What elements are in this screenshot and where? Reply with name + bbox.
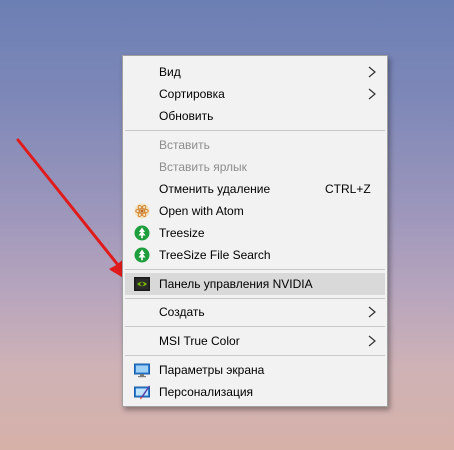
menu-item-refresh[interactable]: Обновить	[125, 105, 385, 127]
menu-item-undo-delete[interactable]: Отменить удаление CTRL+Z	[125, 178, 385, 200]
menu-item-new[interactable]: Создать	[125, 301, 385, 323]
menu-item-label: Персонализация	[159, 385, 254, 399]
treesize-icon	[134, 247, 150, 263]
treesize-icon	[134, 225, 150, 241]
menu-separator	[125, 298, 385, 299]
menu-separator	[125, 326, 385, 327]
menu-item-label: Параметры экрана	[159, 363, 265, 377]
menu-item-open-with-atom[interactable]: Open with Atom	[125, 200, 385, 222]
menu-item-treesize[interactable]: Treesize	[125, 222, 385, 244]
display-settings-icon	[134, 363, 150, 378]
chevron-right-icon	[368, 335, 376, 347]
menu-item-sort[interactable]: Сортировка	[125, 83, 385, 105]
menu-item-label: Вид	[159, 65, 181, 79]
menu-separator	[125, 269, 385, 270]
chevron-right-icon	[368, 88, 376, 100]
menu-item-label: Панель управления NVIDIA	[159, 277, 313, 291]
menu-item-msi-true-color[interactable]: MSI True Color	[125, 330, 385, 352]
menu-item-label: Treesize	[159, 226, 205, 240]
menu-separator	[125, 130, 385, 131]
menu-item-personalization[interactable]: Персонализация	[125, 381, 385, 403]
menu-item-view[interactable]: Вид	[125, 61, 385, 83]
menu-item-display-settings[interactable]: Параметры экрана	[125, 359, 385, 381]
menu-item-label: TreeSize File Search	[159, 248, 271, 262]
menu-item-paste[interactable]: Вставить	[125, 134, 385, 156]
chevron-right-icon	[368, 66, 376, 78]
personalization-icon	[134, 385, 150, 400]
menu-item-label: Open with Atom	[159, 204, 244, 218]
menu-item-label: Вставить	[159, 138, 210, 152]
desktop-context-menu: Вид Сортировка Обновить Вставить Вставит…	[122, 55, 388, 407]
menu-item-label: MSI True Color	[159, 334, 240, 348]
menu-item-nvidia-control-panel[interactable]: Панель управления NVIDIA	[125, 273, 385, 295]
menu-item-label: Создать	[159, 305, 205, 319]
menu-item-label: Отменить удаление	[159, 182, 271, 196]
menu-item-label: Вставить ярлык	[159, 160, 247, 174]
menu-item-shortcut: CTRL+Z	[325, 182, 371, 196]
menu-item-paste-shortcut[interactable]: Вставить ярлык	[125, 156, 385, 178]
chevron-right-icon	[368, 306, 376, 318]
menu-item-treesize-file-search[interactable]: TreeSize File Search	[125, 244, 385, 266]
atom-icon	[134, 203, 150, 219]
menu-separator	[125, 355, 385, 356]
nvidia-icon	[134, 277, 150, 291]
menu-item-label: Сортировка	[159, 87, 225, 101]
menu-item-label: Обновить	[159, 109, 214, 123]
